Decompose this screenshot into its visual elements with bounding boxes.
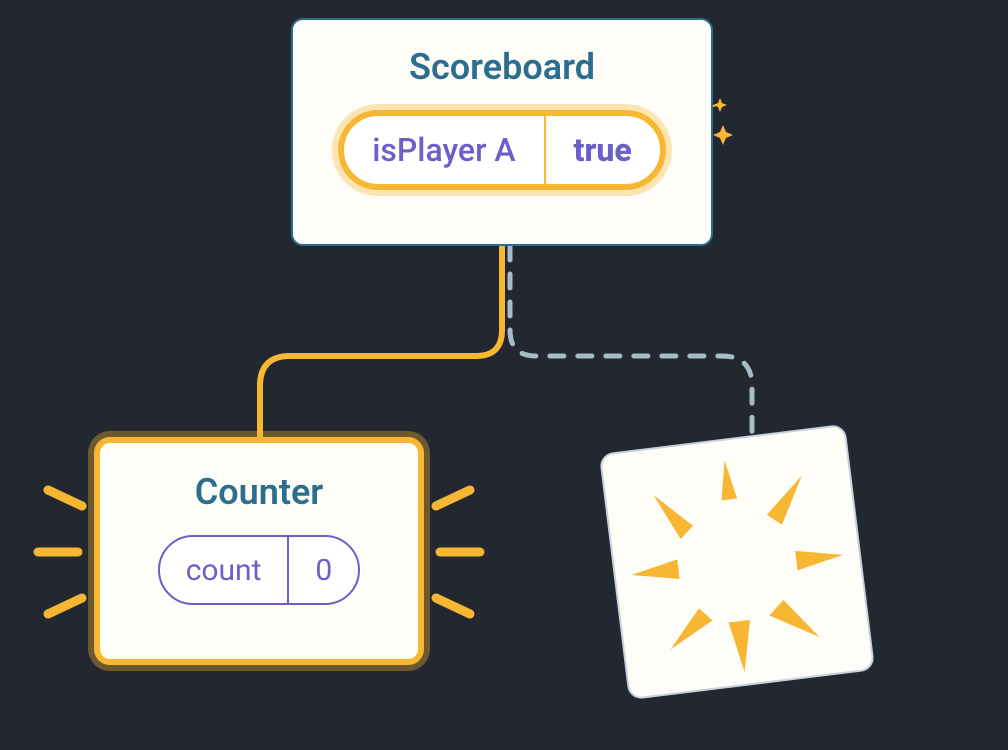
- diagram-canvas: Scoreboard isPlayer A true Counter count…: [0, 0, 1008, 750]
- emphasis-lines-left: [38, 490, 82, 614]
- scoreboard-node: Scoreboard isPlayer A true: [291, 18, 713, 246]
- burst-icon: [601, 426, 873, 698]
- scoreboard-state-value: true: [546, 116, 660, 184]
- blank-node: [599, 424, 875, 700]
- connector-scoreboard-blank: [510, 246, 752, 452]
- counter-node: Counter count 0: [94, 437, 424, 665]
- emphasis-lines-right: [436, 490, 480, 614]
- counter-state-pill: count 0: [158, 535, 361, 605]
- counter-state-key: count: [160, 537, 290, 603]
- connector-scoreboard-counter: [260, 246, 502, 437]
- scoreboard-state-pill: isPlayer A true: [338, 110, 666, 190]
- scoreboard-state-key: isPlayer A: [344, 116, 545, 184]
- counter-state-value: 0: [289, 537, 358, 603]
- scoreboard-title: Scoreboard: [409, 46, 595, 88]
- counter-title: Counter: [195, 471, 324, 513]
